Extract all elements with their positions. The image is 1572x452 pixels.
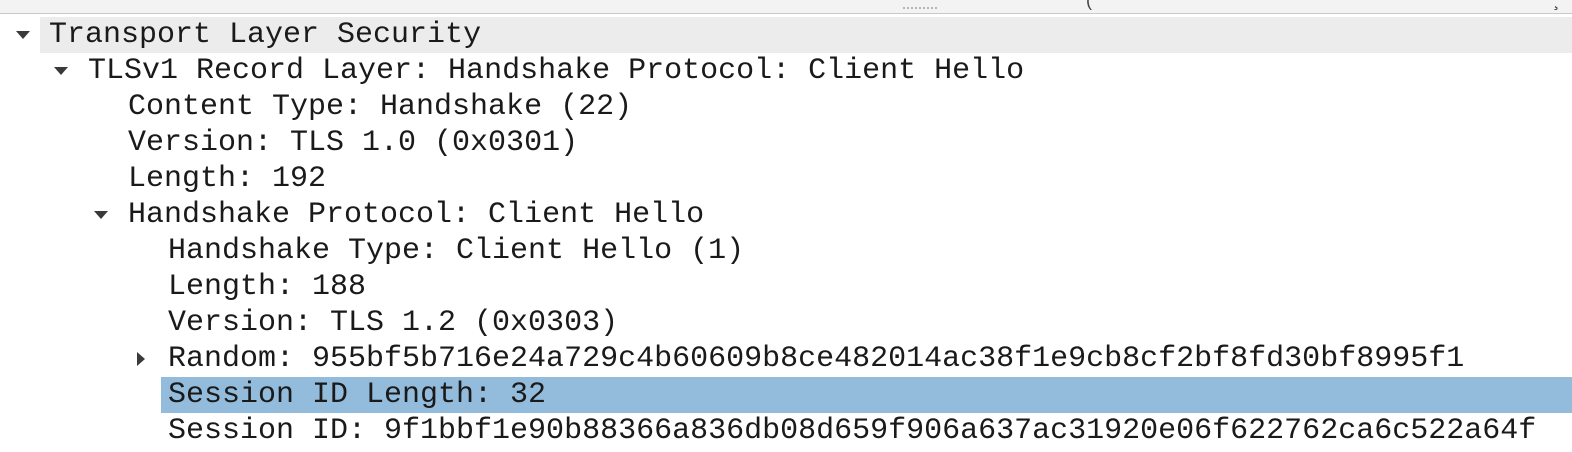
- tree-row-label: Transport Layer Security: [49, 18, 482, 52]
- splitter-dots-icon[interactable]: [902, 6, 938, 10]
- pane-splitter-strip[interactable]: ( ̧: [0, 0, 1572, 14]
- tree-row-handshake-version[interactable]: Version: TLS 1.2 (0x0303): [0, 305, 1572, 341]
- tree-row-record-version[interactable]: Version: TLS 1.0 (0x0301): [0, 125, 1572, 161]
- tree-row-content-type[interactable]: Content Type: Handshake (22): [0, 89, 1572, 125]
- packet-details-tree[interactable]: Transport Layer Security TLSv1 Record La…: [0, 17, 1572, 449]
- tree-row-handshake-type[interactable]: Handshake Type: Client Hello (1): [0, 233, 1572, 269]
- tree-row-random[interactable]: Random: 955bf5b716e24a729c4b60609b8ce482…: [0, 341, 1572, 377]
- tree-row-record-length[interactable]: Length: 192: [0, 161, 1572, 197]
- tree-row-label: Version: TLS 1.0 (0x0301): [128, 126, 579, 160]
- tree-row-handshake-protocol[interactable]: Handshake Protocol: Client Hello: [0, 197, 1572, 233]
- tree-row-handshake-length[interactable]: Length: 188: [0, 269, 1572, 305]
- tree-row-label: Handshake Type: Client Hello (1): [168, 234, 745, 268]
- tree-row-label: Content Type: Handshake (22): [128, 90, 633, 124]
- expanded-arrow-icon[interactable]: [54, 67, 68, 75]
- tree-row-label: Length: 188: [168, 270, 367, 304]
- tree-row-session-id-length[interactable]: Session ID Length: 32: [0, 377, 1572, 413]
- clipped-glyph-left: (: [1086, 0, 1092, 10]
- collapsed-arrow-icon[interactable]: [137, 352, 145, 366]
- tree-row-session-id[interactable]: Session ID: 9f1bbf1e90b88366a836db08d659…: [0, 413, 1572, 449]
- tree-row-label: Length: 192: [128, 162, 327, 196]
- tree-row-transport-layer-security[interactable]: Transport Layer Security: [0, 17, 1572, 53]
- tree-row-record-layer[interactable]: TLSv1 Record Layer: Handshake Protocol: …: [0, 53, 1572, 89]
- expanded-arrow-icon[interactable]: [94, 211, 108, 219]
- tree-row-label: Version: TLS 1.2 (0x0303): [168, 306, 619, 340]
- tree-row-label: Random: 955bf5b716e24a729c4b60609b8ce482…: [168, 342, 1465, 376]
- expanded-arrow-icon[interactable]: [16, 31, 30, 39]
- tree-row-label: Handshake Protocol: Client Hello: [128, 198, 705, 232]
- tree-row-label: Session ID: 9f1bbf1e90b88366a836db08d659…: [168, 414, 1537, 448]
- tree-row-label: TLSv1 Record Layer: Handshake Protocol: …: [88, 54, 1025, 88]
- tree-row-label: Session ID Length: 32: [168, 378, 547, 412]
